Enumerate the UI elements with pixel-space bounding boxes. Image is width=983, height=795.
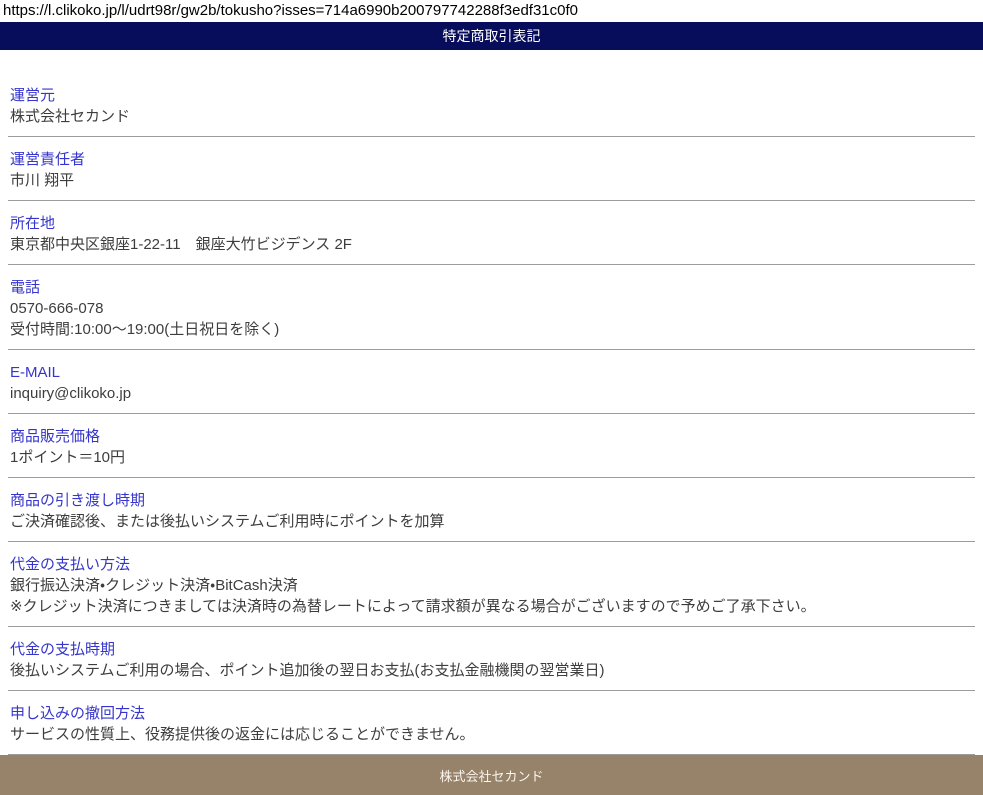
payment-methods: 銀行振込決済・クレジット決済・BitCash決済 — [10, 575, 973, 596]
page-url-text: https://l.clikoko.jp/l/udrt98r/gw2b/toku… — [0, 0, 983, 22]
title-bar: 特定商取引表記 — [0, 22, 983, 50]
section-label: 代金の支払い方法 — [10, 554, 973, 575]
section-address: 所在地 東京都中央区銀座1-22-11 銀座大竹ビジデンス 2F — [8, 201, 975, 265]
section-value: サービスの性質上、役務提供後の返金には応じることができません。 — [10, 724, 973, 745]
section-delivery-time: 商品の引き渡し時期 ご決済確認後、または後払いシステムご利用時にポイントを加算 — [8, 478, 975, 542]
section-manager: 運営責任者 市川 翔平 — [8, 137, 975, 201]
payment-note: ※クレジット決済につきましては決済時の為替レートによって請求額が異なる場合がござ… — [10, 596, 973, 617]
section-label: 運営元 — [10, 85, 973, 106]
section-label: 所在地 — [10, 213, 973, 234]
tokusho-content: 運営元 株式会社セカンド 運営責任者 市川 翔平 所在地 東京都中央区銀座1-2… — [0, 50, 983, 755]
section-label: 代金の支払時期 — [10, 639, 973, 660]
section-phone: 電話 0570-666-078 受付時間:10:00～19:00(土日祝日を除く… — [8, 265, 975, 350]
section-operator: 運営元 株式会社セカンド — [8, 73, 975, 137]
section-value: 東京都中央区銀座1-22-11 銀座大竹ビジデンス 2F — [10, 234, 973, 255]
section-label: E-MAIL — [10, 362, 973, 383]
phone-number: 0570-666-078 — [10, 298, 973, 319]
phone-hours: 受付時間:10:00～19:00(土日祝日を除く) — [10, 319, 973, 340]
section-value: ご決済確認後、または後払いシステムご利用時にポイントを加算 — [10, 511, 973, 532]
section-value: 1ポイント＝10円 — [10, 447, 973, 468]
section-label: 商品販売価格 — [10, 426, 973, 447]
email-address: inquiry@clikoko.jp — [10, 383, 973, 404]
section-value: 市川 翔平 — [10, 170, 973, 191]
section-label: 申し込みの撤回方法 — [10, 703, 973, 724]
section-label: 電話 — [10, 277, 973, 298]
section-payment-time: 代金の支払時期 後払いシステムご利用の場合、ポイント追加後の翌日お支払(お支払金… — [8, 627, 975, 691]
section-label: 商品の引き渡し時期 — [10, 490, 973, 511]
section-value: 後払いシステムご利用の場合、ポイント追加後の翌日お支払(お支払金融機関の翌営業日… — [10, 660, 973, 681]
section-withdrawal: 申し込みの撤回方法 サービスの性質上、役務提供後の返金には応じることができません… — [8, 691, 975, 755]
page-title: 特定商取引表記 — [443, 26, 541, 46]
section-value: 株式会社セカンド — [10, 106, 973, 127]
footer-company-name: 株式会社セカンド — [439, 766, 543, 785]
section-email: E-MAIL inquiry@clikoko.jp — [8, 350, 975, 414]
footer: 株式会社セカンド — [0, 755, 983, 795]
section-label: 運営責任者 — [10, 149, 973, 170]
section-payment-method: 代金の支払い方法 銀行振込決済・クレジット決済・BitCash決済 ※クレジット… — [8, 542, 975, 627]
section-price: 商品販売価格 1ポイント＝10円 — [8, 414, 975, 478]
